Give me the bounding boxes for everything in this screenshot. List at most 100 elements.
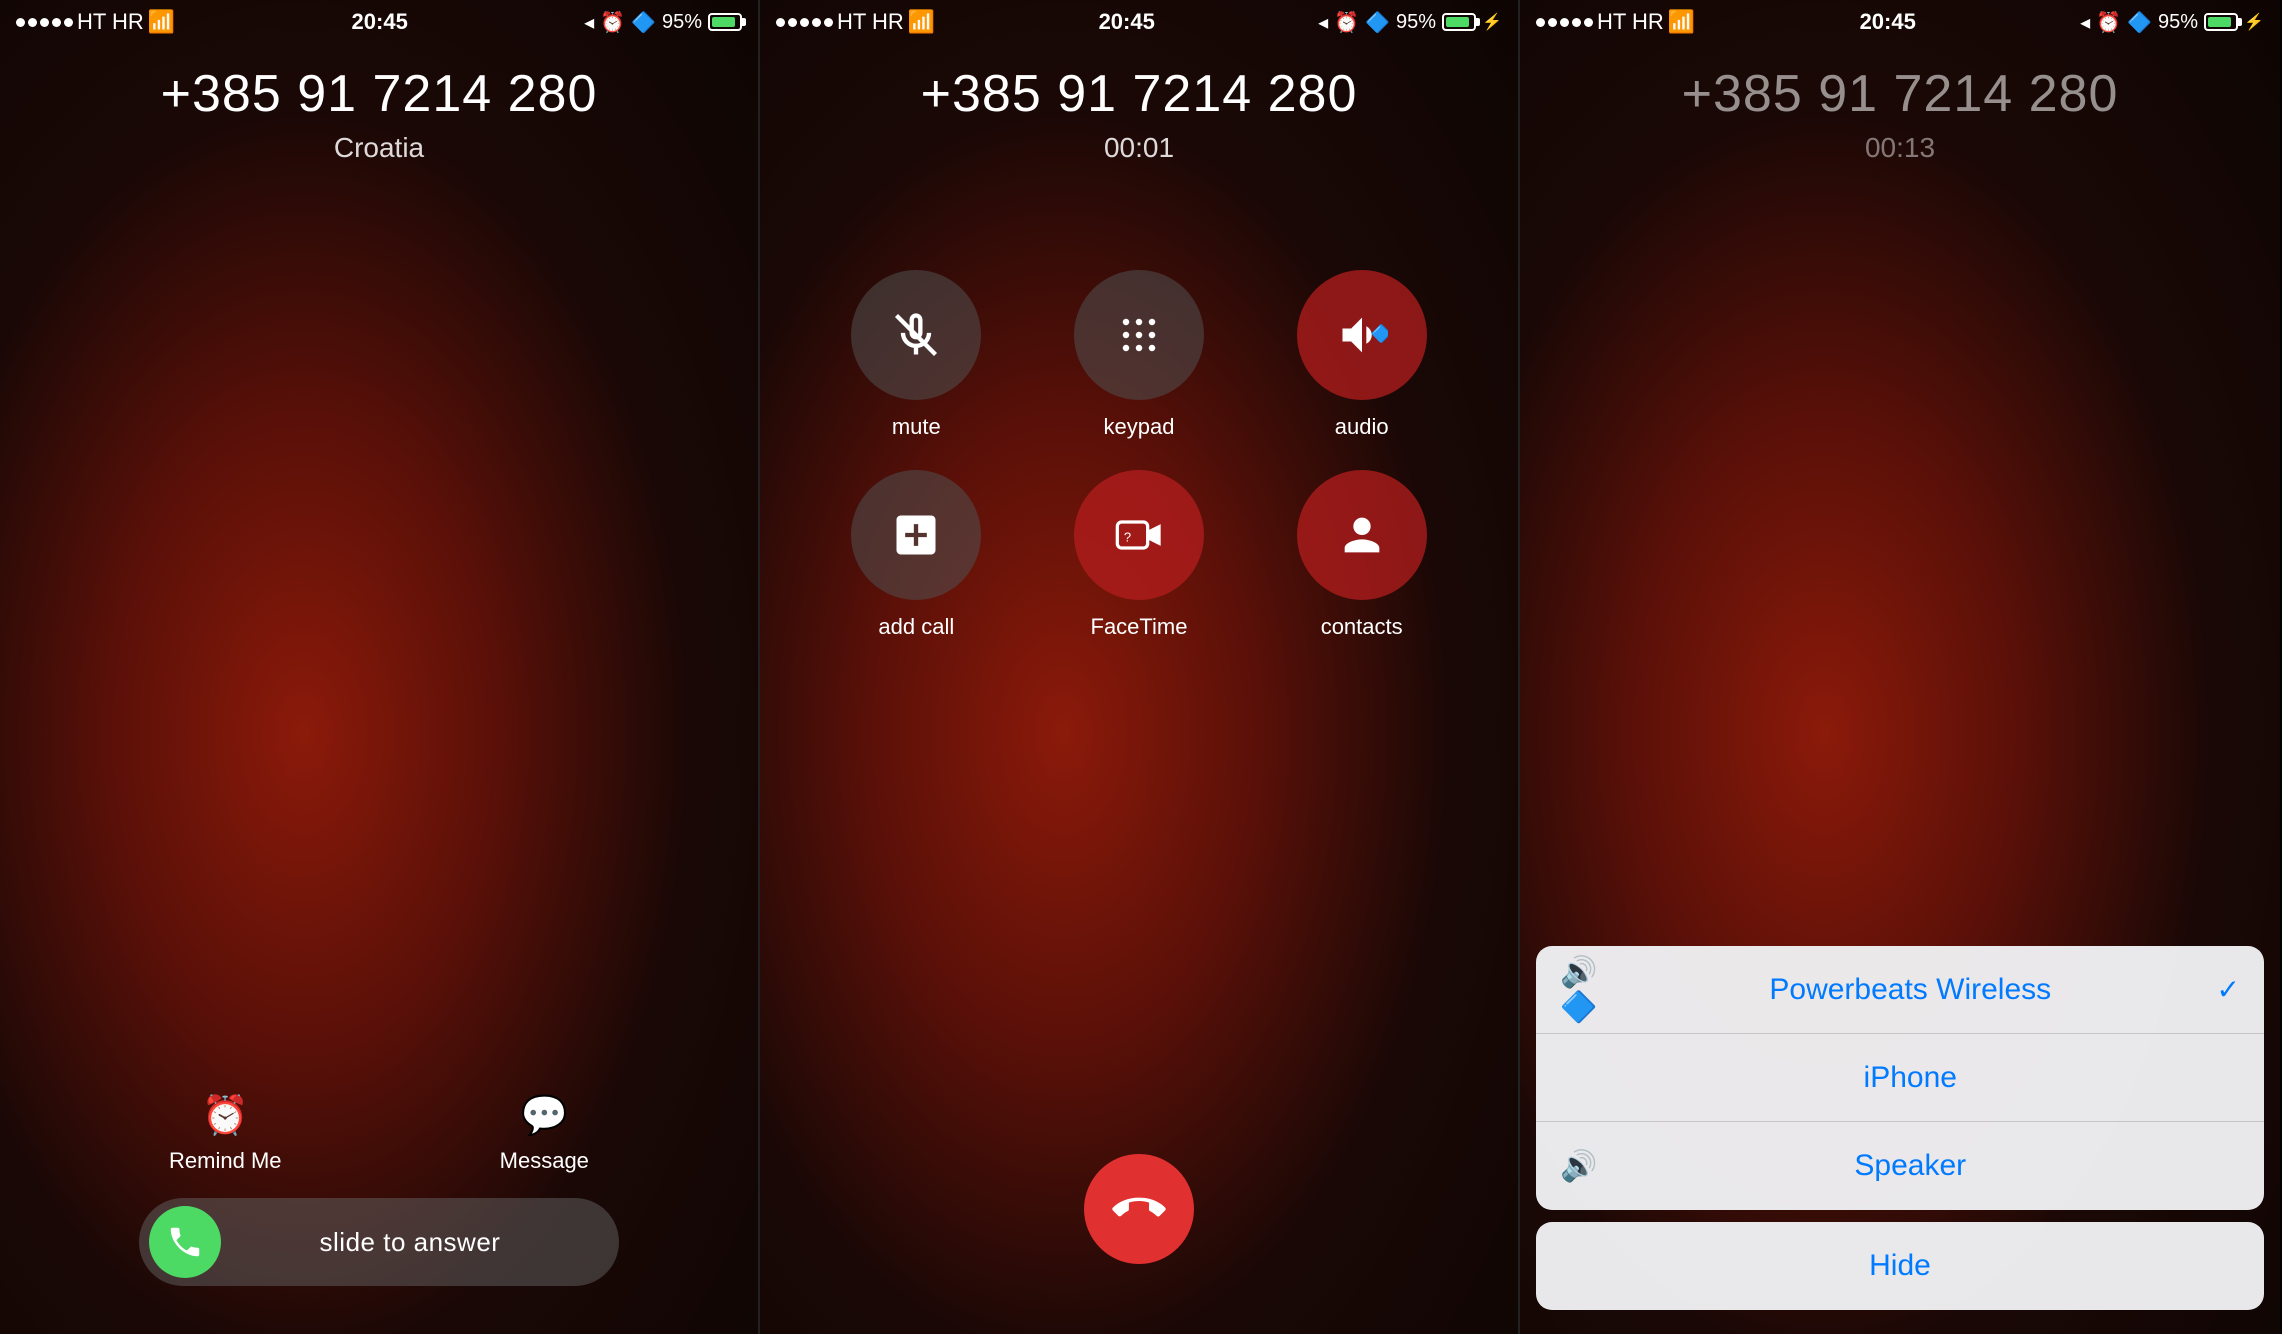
contacts-button[interactable]: contacts bbox=[1265, 470, 1458, 640]
mute-circle bbox=[851, 270, 981, 400]
alarm-icon-1: ⏰ bbox=[600, 10, 625, 35]
hide-label: Hide bbox=[1869, 1249, 1931, 1283]
remind-me-label: Remind Me bbox=[169, 1148, 281, 1174]
phone-number-2: +385 91 7214 280 bbox=[760, 64, 1518, 124]
audio-icon: 🔷 bbox=[1336, 309, 1388, 361]
wifi-icon-3: 📶 bbox=[1668, 9, 1695, 35]
mute-label: mute bbox=[892, 414, 941, 440]
svg-text:🔷: 🔷 bbox=[1370, 323, 1387, 343]
facetime-label: FaceTime bbox=[1091, 614, 1188, 640]
carrier-name-2: HT HR bbox=[837, 9, 904, 35]
battery-fill-1 bbox=[712, 17, 735, 27]
status-right-1: ◂ ⏰ 🔷 95% bbox=[584, 10, 742, 35]
battery-fill-2 bbox=[1446, 17, 1469, 27]
signal-dots bbox=[16, 18, 73, 27]
audio-button[interactable]: 🔷 audio bbox=[1265, 270, 1458, 440]
call-location: Croatia bbox=[0, 132, 758, 164]
contacts-label: contacts bbox=[1321, 614, 1403, 640]
location-icon-2: ◂ bbox=[1318, 10, 1328, 35]
audio-circle: 🔷 bbox=[1297, 270, 1427, 400]
keypad-button[interactable]: keypad bbox=[1043, 270, 1236, 440]
bluetooth-icon-1: 🔷 bbox=[631, 10, 656, 35]
keypad-label: keypad bbox=[1104, 414, 1175, 440]
status-bar-3: HT HR 📶 20:45 ◂ ⏰ 🔷 95% ⚡ bbox=[1520, 0, 2280, 44]
message-label: Message bbox=[500, 1148, 589, 1174]
facetime-icon: ? bbox=[1113, 509, 1165, 561]
status-left-2: HT HR 📶 bbox=[776, 9, 935, 35]
wifi-icon-2: 📶 bbox=[908, 9, 935, 35]
wifi-icon-1: 📶 bbox=[148, 9, 175, 35]
incoming-actions: ⏰ Remind Me 💬 Message bbox=[0, 1094, 758, 1174]
facetime-circle: ? bbox=[1074, 470, 1204, 600]
time-3: 20:45 bbox=[1860, 9, 1916, 35]
battery-fill-3 bbox=[2208, 17, 2231, 27]
speaker-label: Speaker bbox=[1604, 1149, 2217, 1183]
bluetooth-icon-2: 🔷 bbox=[1365, 10, 1390, 35]
battery-bar-1 bbox=[708, 13, 742, 31]
end-call-button[interactable] bbox=[1084, 1154, 1194, 1264]
charging-icon-3: ⚡ bbox=[2244, 12, 2264, 32]
location-icon-3: ◂ bbox=[2080, 10, 2090, 35]
phone-number-1: +385 91 7214 280 bbox=[0, 64, 758, 124]
slide-to-answer-button[interactable]: slide to answer bbox=[139, 1198, 619, 1286]
add-call-circle bbox=[851, 470, 981, 600]
signal-dots-2 bbox=[776, 18, 833, 27]
signal-dots-3 bbox=[1536, 18, 1593, 27]
charging-icon: ⚡ bbox=[1482, 12, 1502, 32]
location-icon-1: ◂ bbox=[584, 10, 594, 35]
battery-percent-1: 95% bbox=[662, 11, 702, 34]
time-2: 20:45 bbox=[1099, 9, 1155, 35]
add-call-label: add call bbox=[878, 614, 954, 640]
mute-button[interactable]: mute bbox=[820, 270, 1013, 440]
powerbeats-option[interactable]: 🔊🔷 Powerbeats Wireless ✓ bbox=[1536, 946, 2264, 1034]
status-bar-1: HT HR 📶 20:45 ◂ ⏰ 🔷 95% bbox=[0, 0, 758, 44]
facetime-button[interactable]: ? FaceTime bbox=[1043, 470, 1236, 640]
battery-bar-2 bbox=[1442, 13, 1476, 31]
iphone-option[interactable]: iPhone ✓ bbox=[1536, 1034, 2264, 1122]
carrier-name-1: HT HR bbox=[77, 9, 144, 35]
call-duration-3: 00:13 bbox=[1520, 132, 2280, 164]
remind-me-button[interactable]: ⏰ Remind Me bbox=[169, 1094, 281, 1174]
mute-icon bbox=[890, 309, 942, 361]
status-left-1: HT HR 📶 bbox=[16, 9, 175, 35]
audio-label: audio bbox=[1335, 414, 1389, 440]
status-right-2: ◂ ⏰ 🔷 95% ⚡ bbox=[1318, 10, 1502, 35]
message-icon: 💬 bbox=[521, 1094, 568, 1138]
audio-panel: 🔊🔷 Powerbeats Wireless ✓ iPhone ✓ 🔊 Spea… bbox=[1520, 946, 2280, 1334]
powerbeats-label: Powerbeats Wireless bbox=[1604, 973, 2217, 1007]
battery-percent-2: 95% bbox=[1396, 11, 1436, 34]
add-call-button[interactable]: add call bbox=[820, 470, 1013, 640]
svg-text:?: ? bbox=[1124, 530, 1131, 545]
screen-audio-selection: HT HR 📶 20:45 ◂ ⏰ 🔷 95% ⚡ +385 91 7214 2… bbox=[1520, 0, 2280, 1334]
message-button[interactable]: 💬 Message bbox=[500, 1094, 589, 1174]
bluetooth-icon-3: 🔷 bbox=[2127, 10, 2152, 35]
contacts-icon bbox=[1336, 509, 1388, 561]
battery-bar-3 bbox=[2204, 13, 2238, 31]
slide-text: slide to answer bbox=[221, 1227, 609, 1258]
battery-percent-3: 95% bbox=[2158, 11, 2198, 34]
alarm-icon-2: ⏰ bbox=[1334, 10, 1359, 35]
screen-incoming-call: HT HR 📶 20:45 ◂ ⏰ 🔷 95% +385 91 7214 280… bbox=[0, 0, 760, 1334]
keypad-icon bbox=[1113, 309, 1165, 361]
hide-button[interactable]: Hide bbox=[1536, 1222, 2264, 1310]
powerbeats-audio-icon: 🔊🔷 bbox=[1560, 955, 1604, 1025]
add-call-icon bbox=[890, 509, 942, 561]
iphone-label: iPhone bbox=[1604, 1061, 2217, 1095]
speaker-option[interactable]: 🔊 Speaker ✓ bbox=[1536, 1122, 2264, 1210]
keypad-circle bbox=[1074, 270, 1204, 400]
answer-phone-icon bbox=[149, 1206, 221, 1278]
phone-svg bbox=[166, 1223, 204, 1261]
speaker-audio-icon: 🔊 bbox=[1560, 1149, 1604, 1184]
remind-me-icon: ⏰ bbox=[202, 1094, 249, 1138]
screen-active-call: HT HR 📶 20:45 ◂ ⏰ 🔷 95% ⚡ +385 91 7214 2… bbox=[760, 0, 1520, 1334]
alarm-icon-3: ⏰ bbox=[2096, 10, 2121, 35]
status-left-3: HT HR 📶 bbox=[1536, 9, 1695, 35]
carrier-name-3: HT HR bbox=[1597, 9, 1664, 35]
time-1: 20:45 bbox=[352, 9, 408, 35]
phone-number-3: +385 91 7214 280 bbox=[1520, 64, 2280, 124]
status-right-3: ◂ ⏰ 🔷 95% ⚡ bbox=[2080, 10, 2264, 35]
background-blur-2 bbox=[760, 0, 1518, 1334]
contacts-circle bbox=[1297, 470, 1427, 600]
status-bar-2: HT HR 📶 20:45 ◂ ⏰ 🔷 95% ⚡ bbox=[760, 0, 1518, 44]
end-call-icon bbox=[1102, 1172, 1176, 1246]
